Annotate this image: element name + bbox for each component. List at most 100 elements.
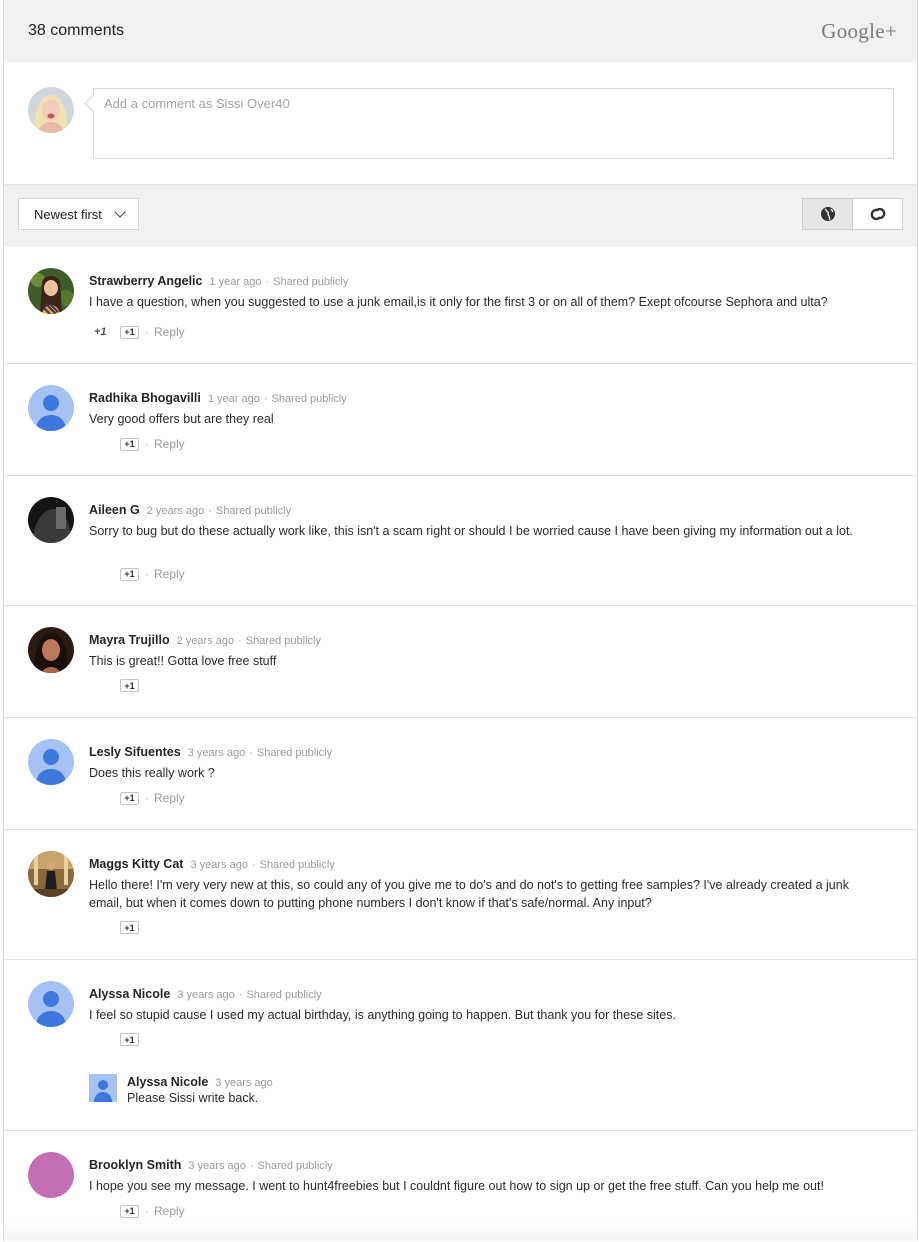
avatar[interactable] — [28, 627, 74, 673]
comment-time[interactable]: 3 years ago — [188, 1160, 245, 1172]
comment-meta: Alyssa Nicole 3 years ago · Shared publicly — [89, 985, 322, 1003]
avatar[interactable] — [28, 385, 74, 431]
plus-one-button[interactable]: +1 — [120, 437, 139, 451]
comments-widget: 38 comments Google+ Add a comment as Sis… — [3, 0, 918, 1241]
avatar[interactable] — [28, 497, 74, 543]
comment-meta: Aileen G 2 years ago · Shared publicly — [89, 501, 291, 519]
comment-text: Sorry to bug but do these actually work … — [89, 524, 853, 538]
comment-author[interactable]: Alyssa Nicole — [89, 987, 170, 1001]
meta-separator: · — [251, 859, 256, 871]
reply-link[interactable]: Reply — [154, 567, 185, 581]
comment-item: Alyssa Nicole 3 years ago · Shared publicly… — [4, 960, 917, 1131]
comment-item: Mayra Trujillo 2 years ago · Shared publicl… — [4, 606, 917, 718]
comment-meta: Mayra Trujillo 2 years ago · Shared publicl… — [89, 631, 321, 649]
comment-time[interactable]: 3 years ago — [190, 859, 247, 871]
comment-actions: +1 · Reply — [89, 791, 185, 805]
meta-separator: · — [265, 276, 270, 288]
reply-time[interactable]: 3 years ago — [215, 1077, 272, 1089]
meta-separator: · — [238, 635, 242, 647]
reply-link[interactable]: Reply — [154, 437, 185, 451]
globe-icon — [820, 207, 835, 221]
comment-item: Lesly Sifuentes 3 years ago · Shared public… — [4, 718, 917, 830]
comment-author[interactable]: Radhika Bhogavilli — [89, 391, 201, 405]
google-plus-comments-button[interactable] — [853, 199, 902, 229]
meta-separator: · — [263, 393, 268, 405]
comment-actions: +1 · Reply — [89, 437, 185, 451]
current-user-avatar — [28, 87, 74, 133]
comment-author[interactable]: Strawberry Angelic — [89, 274, 202, 288]
comment-author[interactable]: Lesly Sifuentes — [89, 745, 181, 759]
sort-dropdown[interactable]: Newest first — [18, 198, 139, 230]
comment-text: This is great!! Gotta love free stuff — [89, 654, 277, 668]
comment-visibility: Shared publicly — [257, 1160, 333, 1172]
comment-actions: +1 — [89, 921, 139, 934]
sort-dropdown-label: Newest first — [34, 206, 102, 222]
comment-text: Does this really work ? — [89, 766, 215, 780]
plus-one-button[interactable]: +1 — [120, 791, 139, 805]
comment-meta: Lesly Sifuentes 3 years ago · Shared public… — [89, 743, 332, 761]
reply-author[interactable]: Alyssa Nicole — [127, 1075, 208, 1089]
comment-actions: +1 — [89, 1033, 139, 1046]
plus-one-button[interactable]: +1 — [120, 325, 139, 339]
action-separator: · — [145, 437, 149, 451]
comment-text: Very good offers but are they real — [89, 412, 274, 426]
comment-visibility: Shared publicly — [245, 635, 321, 647]
comment-visibility: Shared publicly — [271, 393, 347, 405]
plus-one-button[interactable]: +1 — [120, 1033, 139, 1046]
comment-actions: +1 · Reply — [89, 1204, 185, 1218]
chevron-down-icon — [114, 206, 126, 218]
comment-time[interactable]: 2 years ago — [177, 635, 234, 647]
plus-one-count: +1 — [94, 326, 107, 338]
comment-source-toggle — [802, 198, 903, 230]
plus-one-button[interactable]: +1 — [120, 567, 139, 581]
comment-actions: +1 — [89, 679, 139, 692]
add-comment-placeholder: Add a comment as Sissi Over40 — [104, 96, 290, 111]
reply-avatar[interactable] — [89, 1074, 117, 1102]
avatar[interactable] — [28, 851, 74, 897]
comment-actions: +1 · Reply — [89, 567, 185, 581]
comment-visibility: Shared publicly — [246, 989, 322, 1001]
reply-link[interactable]: Reply — [154, 791, 185, 805]
comment-count: 38 comments — [28, 22, 125, 39]
avatar[interactable] — [28, 1152, 74, 1198]
reply-meta: Alyssa Nicole 3 years ago — [127, 1073, 273, 1091]
comment-author[interactable]: Mayra Trujillo — [89, 633, 170, 647]
comment-item: Radhika Bhogavilli 1 year ago · Shared publ… — [4, 364, 917, 476]
bottom-fade — [4, 1219, 917, 1241]
comment-text: I hope you see my message. I went to hun… — [89, 1179, 824, 1193]
comment-time[interactable]: 3 years ago — [188, 747, 245, 759]
comments-header: 38 comments Google+ — [4, 0, 917, 62]
google-plus-logo[interactable]: Google+ — [821, 19, 897, 44]
reply-link[interactable]: Reply — [154, 1204, 185, 1218]
plus-one-button[interactable]: +1 — [120, 1204, 139, 1218]
reply-link[interactable]: Reply — [154, 325, 185, 339]
comment-time[interactable]: 2 years ago — [147, 505, 204, 517]
all-comments-button[interactable] — [803, 199, 853, 229]
add-comment-input[interactable]: Add a comment as Sissi Over40 — [93, 88, 894, 159]
action-separator: · — [145, 325, 149, 339]
reply-text: Please Sissi write back. — [127, 1091, 259, 1105]
comment-author[interactable]: Maggs Kitty Cat — [89, 857, 183, 871]
comment-time[interactable]: 3 years ago — [177, 989, 234, 1001]
comment-visibility: Shared publicly — [273, 276, 349, 288]
comment-text: I feel so stupid cause I used my actual … — [89, 1008, 676, 1022]
avatar[interactable] — [28, 268, 74, 314]
avatar[interactable] — [28, 739, 74, 785]
comment-visibility: Shared publicly — [259, 859, 335, 871]
comment-item: Aileen G 2 years ago · Shared publicly Sorr… — [4, 476, 917, 606]
comment-text: I have a question, when you suggested to… — [89, 295, 828, 309]
comment-meta: Maggs Kitty Cat 3 years ago · Shared public… — [89, 855, 335, 873]
plus-one-button[interactable]: +1 — [120, 679, 139, 692]
comment-author[interactable]: Brooklyn Smith — [89, 1158, 181, 1172]
plus-one-button[interactable]: +1 — [120, 921, 139, 934]
link-icon — [870, 207, 885, 221]
comment-visibility: Shared publicly — [215, 505, 292, 517]
avatar[interactable] — [28, 981, 74, 1027]
comment-time[interactable]: 1 year ago — [209, 276, 261, 288]
comments-toolbar: Newest first — [4, 185, 917, 247]
meta-separator: · — [208, 505, 212, 517]
comment-visibility: Shared publicly — [256, 747, 333, 759]
comment-time[interactable]: 1 year ago — [208, 393, 260, 405]
comment-author[interactable]: Aileen G — [89, 503, 140, 517]
meta-separator: · — [238, 989, 243, 1001]
